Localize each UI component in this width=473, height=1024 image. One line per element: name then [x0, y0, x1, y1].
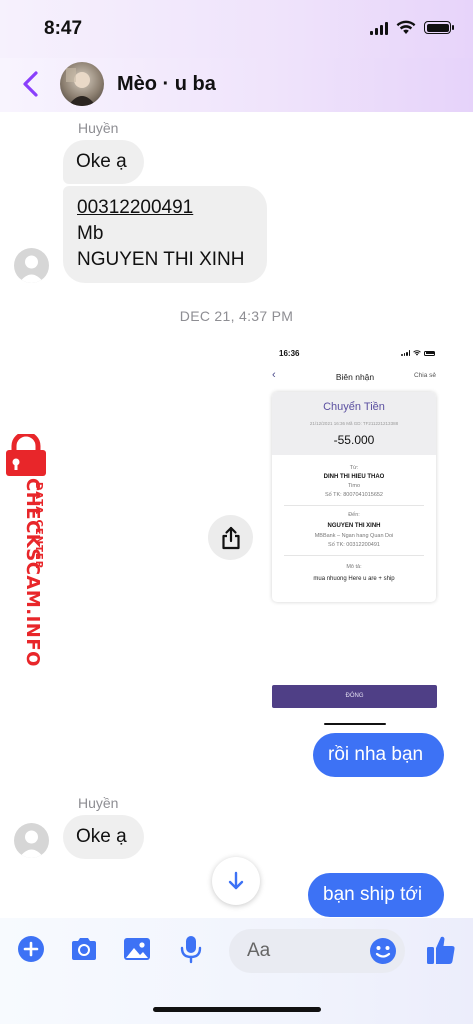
receipt-amount: -55.000 — [333, 433, 375, 447]
receipt-card: Chuyển Tiền 21/12/2021 16:36 Mã GD: TF21… — [272, 392, 436, 602]
status-time: 8:47 — [44, 18, 83, 39]
message-bubble[interactable]: 00312200491 Mb NGUYEN THI XINH — [63, 186, 267, 283]
battery-icon — [424, 21, 454, 34]
share-button[interactable] — [208, 515, 253, 560]
timestamp: DEC 21, 4:37 PM — [179, 308, 294, 324]
receipt-from-name: DINH THI HIEU THAO — [323, 474, 385, 480]
watermark-sub-text: DATA CENTER — [33, 482, 44, 570]
microphone-icon — [180, 936, 202, 964]
add-button[interactable] — [16, 934, 46, 964]
scroll-to-bottom-button[interactable] — [212, 857, 260, 905]
message-text: Oke ạ — [76, 826, 127, 847]
back-button[interactable] — [18, 68, 46, 100]
wifi-icon — [396, 20, 416, 34]
message-bubble-outgoing[interactable]: rồi nha bạn — [313, 733, 444, 777]
message-text: NGUYEN THI XINH — [77, 249, 245, 270]
receipt-title: Chuyển Tiền — [323, 401, 385, 413]
receipt-to-label: Đến: — [348, 512, 360, 518]
receipt-from-account: Số TK: 8007041015652 — [324, 492, 383, 498]
receipt-to-account: Số TK: 00312200491 — [328, 542, 380, 548]
account-number-link[interactable]: 00312200491 — [77, 195, 253, 221]
conversation-header: Mèo · u ba — [0, 58, 473, 112]
sender-name: Huyền — [78, 120, 119, 136]
sender-name: Huyền — [78, 795, 119, 811]
contact-avatar[interactable] — [60, 62, 104, 106]
receipt-from-label: Từ: — [349, 465, 359, 471]
receipt-status-icons — [401, 350, 435, 356]
thumbs-up-icon — [427, 936, 455, 964]
message-bubble[interactable]: Oke ạ — [63, 815, 144, 859]
home-indicator — [153, 1007, 321, 1012]
contact-name[interactable]: Mèo · u ba — [117, 73, 216, 96]
avatar[interactable] — [14, 823, 49, 858]
receipt-meta: 21/12/2021 16:36 Mã GD: TF211221213388 — [309, 421, 399, 426]
like-button[interactable] — [424, 933, 458, 967]
cellular-signal-icon — [370, 21, 388, 35]
message-text: Mb — [77, 223, 104, 244]
divider — [284, 505, 424, 506]
message-text: rồi nha bạn — [328, 744, 424, 765]
smiley-icon — [370, 938, 396, 964]
camera-button[interactable] — [69, 934, 99, 964]
voice-button[interactable] — [176, 934, 206, 964]
emoji-button[interactable] — [368, 936, 398, 966]
message-text: bạn ship tới — [323, 884, 423, 905]
receipt-to-name: NGUYEN THI XINH — [327, 523, 381, 529]
message-input-placeholder: Aa — [247, 940, 271, 961]
receipt-close-button: ĐÓNG — [272, 685, 437, 708]
receipt-from-bank: Timo — [347, 483, 361, 489]
image-icon — [124, 938, 150, 960]
receipt-share-link: Chia sẻ — [413, 372, 436, 379]
receipt-to-bank: MBBank – Ngan hang Quan Doi — [314, 533, 394, 539]
avatar[interactable] — [14, 248, 49, 283]
message-bubble-outgoing[interactable]: bạn ship tới — [308, 873, 444, 917]
share-icon — [221, 526, 240, 549]
status-bar: 8:47 — [0, 0, 473, 58]
divider — [284, 555, 424, 556]
receipt-status-time: 16:36 — [279, 349, 300, 358]
shared-image-receipt[interactable]: 16:36 ‹ Biên nhận Chia sẻ Chuyển Tiền 21… — [267, 342, 443, 728]
receipt-desc-label: Mô tả: — [346, 564, 362, 570]
plus-circle-icon — [18, 936, 44, 962]
message-bubble[interactable]: Oke ạ — [63, 140, 144, 184]
camera-icon — [72, 938, 96, 960]
watermark: CHECKSCAM.INFO DATA CENTER — [0, 434, 58, 674]
message-text: Oke ạ — [76, 151, 127, 172]
arrow-down-icon — [228, 871, 244, 890]
gallery-button[interactable] — [122, 934, 152, 964]
receipt-desc-text: mua nhuong Here u are + ship — [313, 576, 395, 582]
lock-icon — [6, 434, 46, 476]
receipt-home-indicator — [324, 723, 386, 725]
chevron-left-icon — [23, 71, 38, 97]
status-icons — [370, 20, 454, 35]
